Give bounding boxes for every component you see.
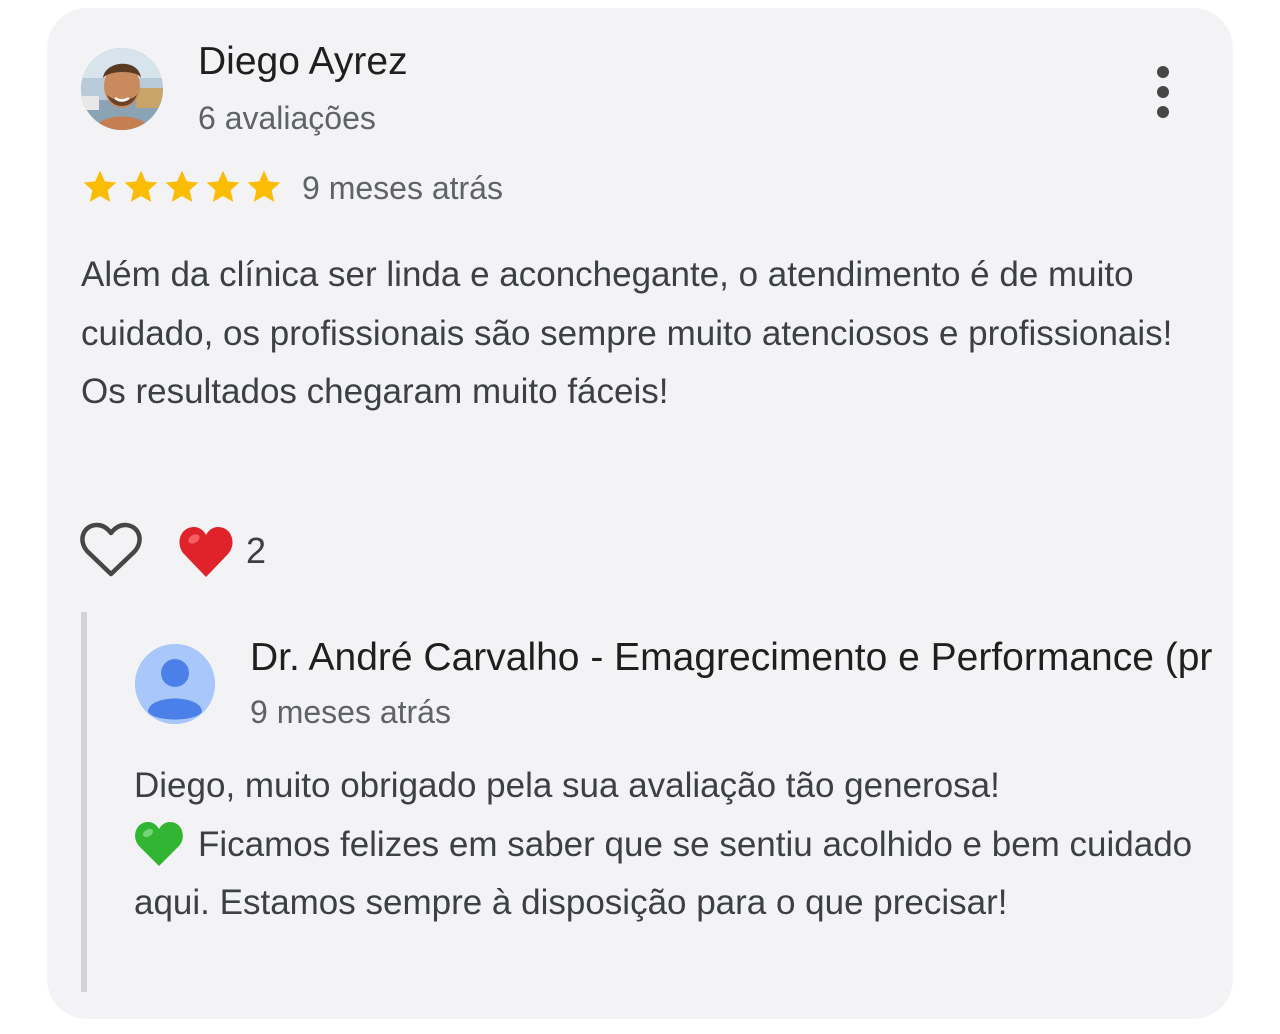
user-photo-avatar-icon [81,48,163,130]
default-person-avatar-icon [135,644,215,724]
like-button[interactable] [80,521,142,579]
star-filled-icon [206,170,240,202]
review-time: 9 meses atrás [302,170,503,206]
green-heart-emoji-icon [135,821,183,866]
reply-text-rest: Ficamos felizes em saber que se sentiu a… [134,824,1193,923]
more-options-button[interactable] [1144,62,1184,122]
reaction-heart[interactable] [178,524,234,580]
review-text: Além da clínica ser linda e aconchegante… [81,255,1173,411]
reply-text: Diego, muito obrigado pela sua avaliação… [134,757,1204,933]
reviewer-avatar[interactable] [81,48,163,130]
heart-outline-icon [80,522,142,577]
reviewer-review-count: 6 avaliações [198,100,376,136]
reply-text-line1: Diego, muito obrigado pela sua avaliação… [134,766,1000,805]
owner-avatar[interactable] [135,644,215,724]
red-heart-emoji-icon [179,527,233,577]
reaction-count: 2 [246,530,267,571]
star-filled-icon [247,170,281,202]
reviewer-name[interactable]: Diego Ayrez [198,40,408,84]
reply-time: 9 meses atrás [250,694,451,730]
star-filled-icon [165,170,199,202]
reply-divider [81,612,87,992]
review-card: Diego Ayrez 6 avaliações 9 meses atrás A… [47,8,1233,1019]
star-rating [80,167,285,207]
star-filled-icon [124,170,158,202]
owner-name[interactable]: Dr. André Carvalho - Emagrecimento e Per… [250,636,1212,680]
star-filled-icon [83,170,117,202]
